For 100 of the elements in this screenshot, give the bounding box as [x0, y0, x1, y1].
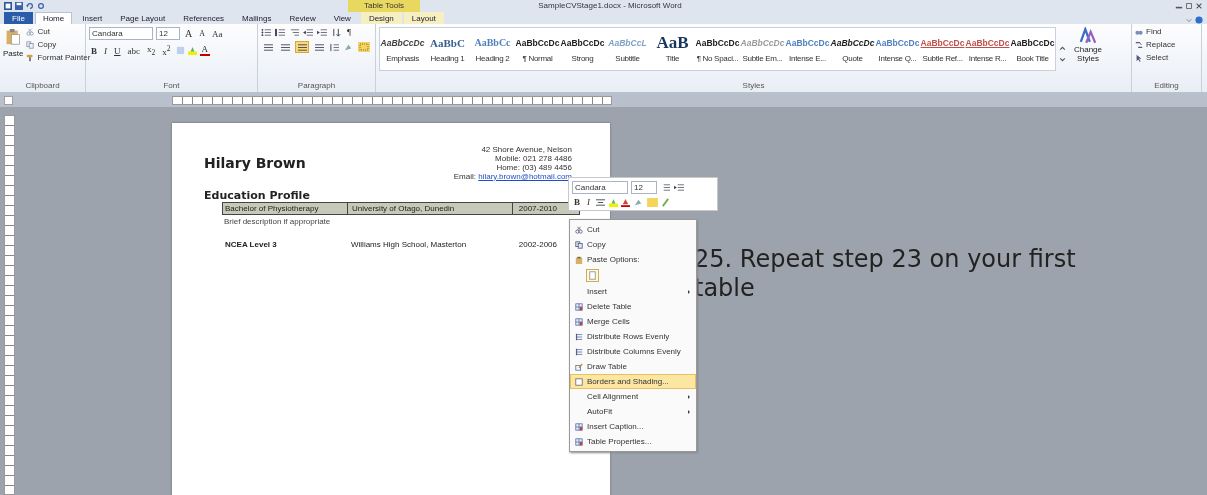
ribbon-tab[interactable]: Layout	[403, 12, 444, 24]
font-format-button[interactable]: I	[102, 45, 109, 56]
style-gallery-item[interactable]: AaBbCcDc Emphasis	[380, 28, 425, 70]
change-styles-button[interactable]: Change Styles	[1069, 27, 1107, 81]
line-spacing-icon[interactable]	[329, 42, 340, 52]
copy-button[interactable]: Copy	[26, 40, 91, 49]
group-label: Font	[162, 81, 181, 91]
submenu-arrow-icon	[686, 288, 692, 295]
numbering-icon[interactable]	[275, 27, 286, 37]
font-format-button[interactable]: U	[112, 45, 123, 56]
font-format-button[interactable]: B	[89, 45, 99, 56]
clipboard-icon	[5, 27, 22, 47]
font-format-button[interactable]: abc	[125, 45, 142, 56]
menu-item[interactable]: Distribute Columns Evenly	[570, 344, 696, 359]
menu-item[interactable]: AutoFit	[570, 404, 696, 419]
style-gallery-item[interactable]: AaB Title	[650, 28, 695, 70]
font-format-button[interactable]: Aa	[210, 28, 225, 39]
font-size-field[interactable]: 12	[156, 27, 180, 40]
restore-icon[interactable]	[1185, 2, 1193, 10]
font-format-button[interactable]: A	[197, 29, 207, 38]
menu-item[interactable]: Merge Cells	[570, 314, 696, 329]
align-button[interactable]	[261, 41, 275, 53]
menu-item[interactable]: Insert	[570, 284, 696, 299]
group-label: Styles	[741, 81, 766, 91]
contact-line: 42 Shore Avenue, Nelson	[480, 145, 572, 154]
table-cell-text: 2002-2006	[517, 239, 558, 250]
ruler-toggle-icon[interactable]	[4, 95, 13, 105]
ribbon-tab[interactable]: References	[175, 12, 233, 24]
style-gallery-item[interactable]: AaBbCcDc ¶ Normal	[515, 28, 560, 70]
ribbon-tab[interactable]: Page Layout	[112, 12, 174, 24]
menu-item[interactable]: Cut	[570, 222, 696, 237]
font-color-button[interactable]: A	[199, 45, 210, 56]
ribbon-tab[interactable]: Insert	[74, 12, 111, 24]
menu-item[interactable]: Cell Alignment	[570, 389, 696, 404]
undo-icon[interactable]	[26, 2, 34, 10]
font-format-button[interactable]: x$^{2}$	[160, 44, 173, 57]
style-gallery-item[interactable]: AaBbCcDc Intense Q...	[875, 28, 920, 70]
style-gallery-item[interactable]: AaBbCcDc Subtle Em...	[740, 28, 785, 70]
menu-item[interactable]: Insert Caption...	[570, 419, 696, 434]
menu-item[interactable]: Distribute Rows Evenly	[570, 329, 696, 344]
style-gallery-item[interactable]: AaBbCcDc Intense R...	[965, 28, 1010, 70]
replace-button[interactable]: Replace	[1135, 40, 1198, 49]
find-button[interactable]: Find	[1135, 27, 1198, 36]
highlighter-icon[interactable]	[609, 197, 618, 207]
horizontal-ruler[interactable]	[172, 95, 612, 105]
indent-icon[interactable]	[674, 183, 685, 192]
font-name-field[interactable]: Candara	[89, 27, 153, 40]
font-size-field[interactable]: 12	[631, 181, 657, 194]
ribbon-tab[interactable]: View	[325, 12, 359, 24]
style-gallery-item[interactable]: AaBbCcDc Intense E...	[785, 28, 830, 70]
align-button[interactable]	[312, 41, 326, 53]
shading-icon[interactable]	[633, 197, 644, 207]
menu-item[interactable]: Table Properties...	[570, 434, 696, 449]
font-format-button[interactable]: x$_{2}$	[145, 44, 158, 57]
ribbon-tab[interactable]: Review	[281, 12, 324, 24]
format-painter-button[interactable]: Format Painter	[26, 53, 91, 62]
highlighter-icon[interactable]	[187, 46, 197, 55]
menu-item[interactable]: Draw Table	[570, 359, 696, 374]
help-icon[interactable]	[1195, 16, 1203, 24]
italic-button[interactable]: I	[585, 197, 592, 207]
shading-icon[interactable]	[343, 42, 354, 52]
paste-button[interactable]: Paste	[3, 27, 24, 81]
select-button[interactable]: Select	[1135, 53, 1198, 62]
save-icon[interactable]	[15, 2, 23, 10]
decrease-indent-icon[interactable]	[303, 27, 314, 37]
vertical-ruler[interactable]	[4, 115, 15, 495]
close-icon[interactable]	[1195, 2, 1203, 10]
center-align-icon[interactable]	[595, 197, 606, 207]
increase-indent-icon[interactable]	[317, 27, 328, 37]
ribbon-tab[interactable]: Home	[34, 12, 73, 24]
sort-icon[interactable]	[331, 27, 342, 37]
ribbon-tab[interactable]: File	[4, 12, 33, 24]
style-gallery-item[interactable]: AaBbCcDc Book Title	[1010, 28, 1055, 70]
menu-item[interactable]: Paste Options:	[570, 252, 696, 267]
font-format-button[interactable]: A	[183, 28, 195, 39]
ribbon-tab[interactable]: Design	[360, 12, 402, 24]
show-formatting-button[interactable]: ¶	[345, 27, 354, 37]
style-gallery-item[interactable]: AaBbCcDc Subtle Ref...	[920, 28, 965, 70]
table-icon	[575, 302, 583, 311]
font-name-field[interactable]: Candara	[572, 181, 628, 194]
style-gallery-item[interactable]: AaBbCc Heading 2	[470, 28, 515, 70]
scroll-down-icon[interactable]	[1059, 56, 1066, 63]
bullets-icon[interactable]	[261, 27, 272, 37]
lines-icon	[575, 332, 583, 341]
style-gallery-item[interactable]: AaBbCcDc ¶ No Spaci...	[695, 28, 740, 70]
scroll-up-icon[interactable]	[1059, 45, 1066, 52]
email-link[interactable]: hilary.brown@hotmail.com	[478, 172, 572, 181]
ribbon-tab[interactable]: Mailings	[234, 12, 280, 24]
menu-item[interactable]: Copy	[570, 237, 696, 252]
menu-item[interactable]: Delete Table	[570, 299, 696, 314]
style-gallery-item[interactable]: AaBbCcL Subtitle	[605, 28, 650, 70]
menu-item[interactable]: Borders and Shading...	[570, 374, 696, 389]
align-button[interactable]	[295, 41, 309, 53]
font-color-icon[interactable]	[621, 197, 630, 207]
align-button[interactable]	[278, 41, 292, 53]
style-gallery-item[interactable]: AaBbC Heading 1	[425, 28, 470, 70]
cut-button[interactable]: Cut	[26, 27, 91, 36]
style-gallery-item[interactable]: AaBbCcDc Strong	[560, 28, 605, 70]
style-gallery-item[interactable]: AaBbCcDc Quote	[830, 28, 875, 70]
multilevel-list-icon[interactable]	[289, 27, 300, 37]
